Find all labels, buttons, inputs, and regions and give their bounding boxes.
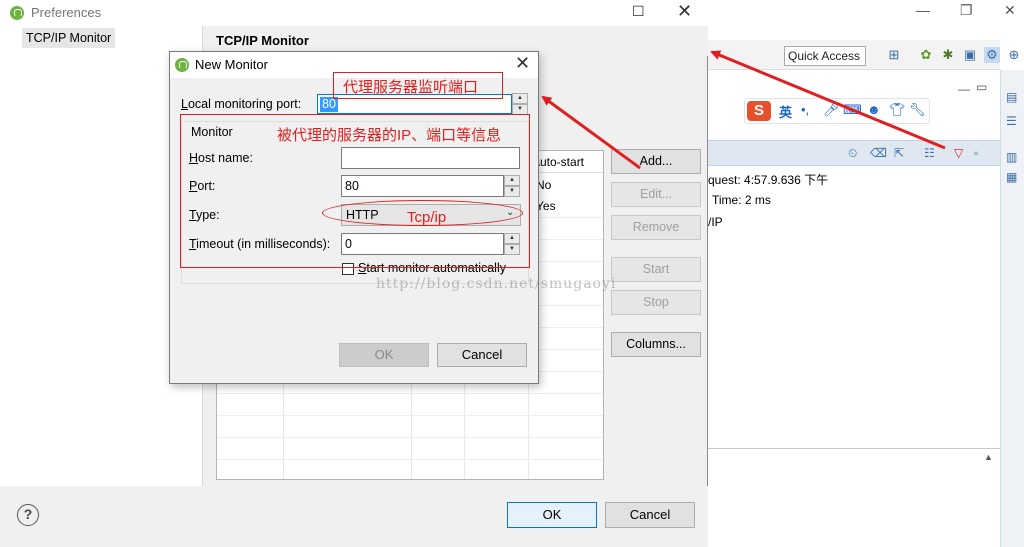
- spin-up-icon[interactable]: ▲: [512, 93, 528, 104]
- row-divider: [217, 415, 603, 416]
- open-perspective-icon[interactable]: ⊞: [886, 47, 902, 63]
- minimize-icon[interactable]: —: [916, 2, 930, 18]
- annotation-listen-port: 代理服务器监听端口: [343, 79, 479, 96]
- outline-icon[interactable]: ▤: [1006, 90, 1017, 104]
- watermark: http://blog.csdn.net/smugaoyi: [376, 276, 617, 292]
- page-title: TCP/IP Monitor: [216, 33, 309, 48]
- keyboard-icon[interactable]: ⌨: [843, 102, 862, 118]
- ime-language-label[interactable]: 英: [779, 102, 792, 121]
- columns-button[interactable]: Columns...: [611, 332, 701, 357]
- servers-icon[interactable]: ▦: [1006, 170, 1017, 184]
- sogou-logo-icon: S: [747, 101, 771, 121]
- remove-button[interactable]: Remove: [611, 215, 701, 240]
- export-icon[interactable]: ⇱: [894, 146, 904, 160]
- response-time-text: Time: 2 ms: [712, 193, 771, 207]
- local-port-label: Local monitoring port:: [181, 97, 302, 111]
- restore-icon[interactable]: ❐: [960, 2, 973, 19]
- quick-access-field[interactable]: Quick Access: [784, 46, 866, 66]
- annotation-proxied-server: 被代理的服务器的IP、端口等信息: [277, 127, 502, 144]
- debug-icon[interactable]: ✱: [940, 47, 956, 63]
- java-perspective-icon[interactable]: ⚙: [984, 47, 1000, 63]
- skin-icon[interactable]: 👕︎: [889, 102, 906, 118]
- history-icon[interactable]: ⏲: [848, 146, 857, 161]
- lower-view-panel: [708, 448, 1000, 547]
- protocol-text: /IP: [708, 215, 723, 229]
- preferences-title: Preferences: [31, 5, 102, 20]
- user-icon[interactable]: ☻: [867, 102, 881, 117]
- scroll-up-arrow-icon[interactable]: ▲: [984, 452, 993, 462]
- row-divider: [217, 459, 603, 460]
- tools-icon[interactable]: 🔧︎: [909, 102, 926, 118]
- stop-button[interactable]: Stop: [611, 290, 701, 315]
- view-toolbar: ⏲ ⌫ ⇱ ☷ ▽ ▫: [708, 140, 1000, 166]
- right-trim-stack: ▤ ☰ ▥ ▦: [1000, 70, 1024, 547]
- properties-icon[interactable]: ☷: [924, 146, 935, 160]
- spring-logo-icon: [10, 6, 24, 20]
- add-button[interactable]: Add...: [611, 149, 701, 174]
- edit-button[interactable]: Edit...: [611, 182, 701, 207]
- view-menu-icon[interactable]: ▽: [954, 146, 963, 160]
- help-icon[interactable]: ?: [17, 504, 39, 526]
- task-list-icon[interactable]: ☰: [1006, 114, 1017, 128]
- preferences-button-bar: [0, 486, 708, 547]
- perspective-icon[interactable]: ▣: [962, 47, 978, 63]
- spring-icon[interactable]: ✿: [918, 47, 934, 63]
- new-monitor-title: New Monitor: [195, 57, 268, 72]
- column-header-auto-start[interactable]: Auto-start: [528, 151, 603, 173]
- local-port-spinner[interactable]: ▲ ▼: [512, 93, 528, 115]
- spring-logo-icon: [175, 58, 189, 72]
- cancel-button[interactable]: Cancel: [437, 343, 527, 367]
- cancel-button[interactable]: Cancel: [605, 502, 695, 528]
- annotation-type-note: Tcp/ip: [407, 209, 447, 226]
- start-button[interactable]: Start: [611, 257, 701, 282]
- team-icon[interactable]: ⊕: [1006, 47, 1022, 63]
- ime-toolbar: S 英 •, 🎤︎ ⌨ ☻ 👕︎ 🔧︎: [744, 98, 930, 124]
- maximize-view-icon[interactable]: ▭: [976, 80, 987, 94]
- tree-item-tcpip-monitor[interactable]: TCP/IP Monitor: [22, 28, 116, 48]
- minimize-view-icon[interactable]: —: [958, 82, 970, 96]
- console-icon[interactable]: ▥: [1006, 150, 1017, 164]
- maximize-icon[interactable]: ☐: [632, 3, 645, 20]
- local-port-value: 80: [320, 97, 338, 112]
- microphone-icon[interactable]: 🎤︎: [823, 102, 840, 118]
- ok-button[interactable]: OK: [507, 502, 597, 528]
- request-text: quest: 4:57.9.636 下午: [708, 173, 829, 187]
- close-icon[interactable]: ✕: [515, 53, 530, 74]
- close-icon[interactable]: ✕: [1004, 2, 1016, 19]
- row-divider: [217, 393, 603, 394]
- clear-icon[interactable]: ⌫: [870, 146, 887, 160]
- close-icon[interactable]: ✕: [677, 1, 692, 22]
- row-divider: [217, 437, 603, 438]
- minimize-panel-icon[interactable]: ▫: [974, 146, 978, 160]
- preferences-titlebar: Preferences ☐ ✕: [0, 0, 708, 26]
- punctuation-icon[interactable]: •,: [801, 102, 809, 117]
- ok-button[interactable]: OK: [339, 343, 429, 367]
